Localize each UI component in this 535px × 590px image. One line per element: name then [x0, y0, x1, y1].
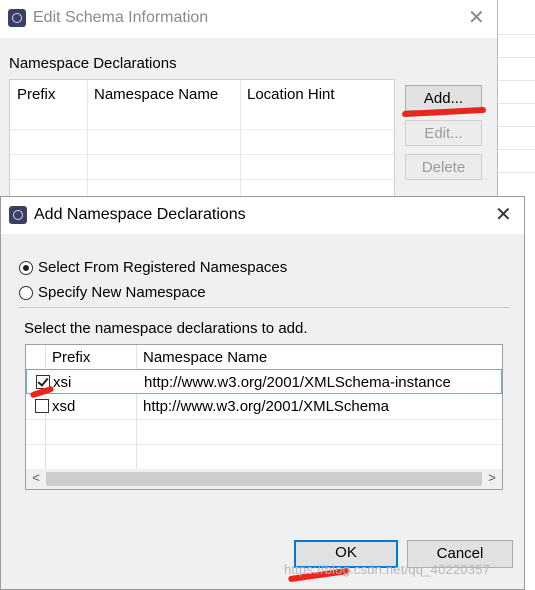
delete-button[interactable]: Delete [405, 154, 482, 180]
background-line [497, 34, 535, 35]
namespace-list-table[interactable]: Prefix Namespace Name xsi http://www.w3.… [25, 344, 503, 490]
row-namespace: http://www.w3.org/2001/XMLSchema-instanc… [144, 374, 451, 391]
watermark-text: https://blog.csdn.net/qq_40220357 [284, 562, 491, 577]
radio-button-icon[interactable] [19, 260, 33, 275]
background-line [497, 103, 535, 104]
row-divider [10, 129, 394, 130]
select-declarations-label: Select the namespace declarations to add… [24, 320, 308, 337]
background-line [497, 126, 535, 127]
background-line [497, 172, 535, 173]
column-header-prefix[interactable]: Prefix [52, 349, 90, 366]
app-icon [9, 206, 27, 224]
radio-new-namespace[interactable]: Specify New Namespace [19, 284, 206, 301]
background-line [497, 149, 535, 150]
row-prefix: xsd [52, 398, 76, 415]
column-header-location-hint[interactable]: Location Hint [247, 86, 335, 103]
row-prefix: xsi [53, 374, 72, 391]
table-row[interactable]: xsd http://www.w3.org/2001/XMLSchema [26, 394, 502, 420]
radio-button-icon[interactable] [19, 285, 33, 300]
namespace-declarations-label: Namespace Declarations [9, 55, 177, 72]
background-line [497, 80, 535, 81]
scroll-left-arrow-icon[interactable]: < [28, 470, 44, 485]
table-row[interactable]: xsi http://www.w3.org/2001/XMLSchema-ins… [26, 369, 502, 394]
edit-schema-dialog: Edit Schema Information ✕ Namespace Decl… [0, 0, 498, 202]
close-icon[interactable]: ✕ [495, 203, 512, 227]
background-line [497, 57, 535, 58]
horizontal-scrollbar[interactable]: < > [26, 469, 502, 489]
namespace-declarations-table[interactable]: Prefix Namespace Name Location Hint [9, 79, 395, 202]
radio-registered-label[interactable]: Select From Registered Namespaces [38, 259, 287, 276]
edit-button[interactable]: Edit... [405, 120, 482, 146]
add-namespace-titlebar: Add Namespace Declarations ✕ [1, 197, 524, 234]
scroll-right-arrow-icon[interactable]: > [484, 470, 500, 485]
row-namespace: http://www.w3.org/2001/XMLSchema [143, 398, 389, 415]
add-namespace-title: Add Namespace Declarations [34, 206, 246, 223]
radio-registered-namespaces[interactable]: Select From Registered Namespaces [19, 259, 287, 276]
close-icon[interactable]: ✕ [468, 6, 485, 30]
radio-new-label[interactable]: Specify New Namespace [38, 284, 206, 301]
table-header: Prefix Namespace Name [26, 345, 502, 370]
add-namespace-dialog: Add Namespace Declarations ✕ Select From… [0, 196, 525, 590]
table-row [26, 444, 502, 469]
scrollbar-thumb[interactable] [46, 472, 482, 486]
row-divider [10, 179, 394, 180]
app-icon [8, 9, 26, 27]
table-row [26, 419, 502, 445]
checkbox-icon[interactable] [35, 399, 49, 413]
column-header-prefix[interactable]: Prefix [17, 86, 55, 103]
column-header-namespace-name[interactable]: Namespace Name [94, 86, 218, 103]
separator [19, 307, 509, 308]
edit-schema-titlebar: Edit Schema Information ✕ [0, 0, 497, 38]
column-header-namespace-name[interactable]: Namespace Name [143, 349, 267, 366]
edit-schema-title: Edit Schema Information [33, 9, 209, 26]
row-divider [10, 154, 394, 155]
